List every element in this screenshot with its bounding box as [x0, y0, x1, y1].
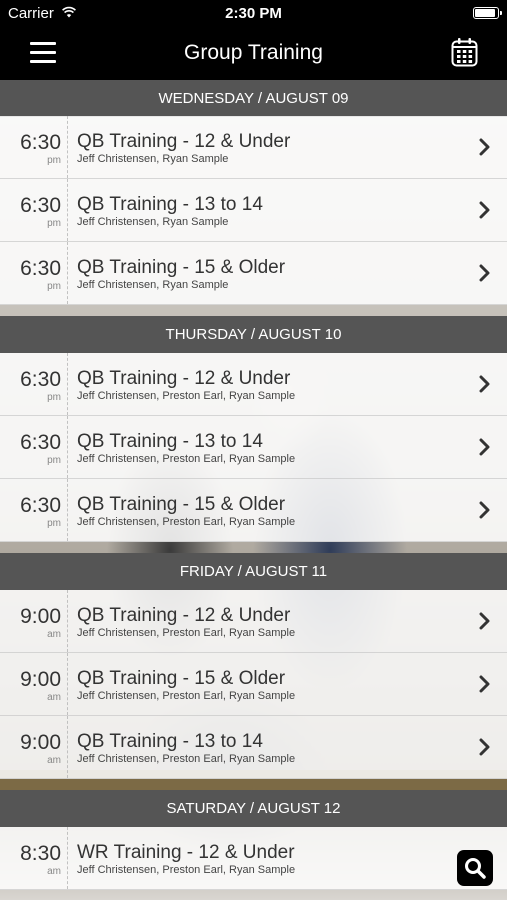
session-time: 9:00 — [20, 668, 61, 691]
chevron-right-icon — [479, 375, 490, 393]
session-row[interactable]: 9:00 am QB Training - 12 & Under Jeff Ch… — [0, 590, 507, 653]
chevron-right-icon — [479, 138, 490, 156]
session-ampm: pm — [47, 155, 61, 166]
time-column: 6:30 pm — [0, 242, 68, 304]
session-title: QB Training - 15 & Older — [77, 257, 286, 278]
session-coaches: Jeff Christensen, Ryan Sample — [77, 216, 229, 228]
session-title: QB Training - 12 & Under — [77, 605, 291, 626]
section-header-friday: FRIDAY / AUGUST 11 — [0, 553, 507, 590]
session-title: QB Training - 15 & Older — [77, 668, 286, 689]
chevron-right-icon — [479, 264, 490, 282]
nav-bar: Group Training — [0, 28, 507, 80]
session-row[interactable]: 6:30 pm QB Training - 13 to 14 Jeff Chri… — [0, 416, 507, 479]
session-ampm: pm — [47, 218, 61, 229]
status-time: 2:30 PM — [225, 5, 282, 22]
session-ampm: pm — [47, 281, 61, 292]
battery-icon — [473, 7, 502, 19]
session-row[interactable]: 6:30 pm QB Training - 15 & Older Jeff Ch… — [0, 242, 507, 305]
session-title: QB Training - 12 & Under — [77, 131, 291, 152]
session-ampm: am — [47, 866, 61, 877]
session-coaches: Jeff Christensen, Preston Earl, Ryan Sam… — [77, 753, 296, 765]
session-time: 6:30 — [20, 257, 61, 280]
session-row[interactable]: 6:30 pm QB Training - 15 & Older Jeff Ch… — [0, 479, 507, 542]
session-ampm: am — [47, 755, 61, 766]
session-row[interactable]: 8:30 am WR Training - 12 & Under Jeff Ch… — [0, 827, 507, 890]
session-row[interactable]: 9:00 am QB Training - 15 & Older Jeff Ch… — [0, 653, 507, 716]
section-header-saturday: SATURDAY / AUGUST 12 — [0, 790, 507, 827]
page-title: Group Training — [184, 41, 323, 64]
session-title: QB Training - 13 to 14 — [77, 431, 263, 452]
section-header-wednesday: WEDNESDAY / AUGUST 09 — [0, 80, 507, 117]
session-coaches: Jeff Christensen, Preston Earl, Ryan Sam… — [77, 453, 296, 465]
session-title: QB Training - 12 & Under — [77, 368, 291, 389]
chevron-right-icon — [479, 675, 490, 693]
session-coaches: Jeff Christensen, Preston Earl, Ryan Sam… — [77, 690, 296, 702]
session-time: 8:30 — [20, 842, 61, 865]
section-header-thursday: THURSDAY / AUGUST 10 — [0, 316, 507, 353]
time-column: 6:30 pm — [0, 416, 68, 478]
chevron-right-icon — [479, 738, 490, 756]
session-time: 6:30 — [20, 494, 61, 517]
calendar-icon[interactable] — [451, 37, 478, 67]
time-column: 6:30 pm — [0, 116, 68, 178]
session-coaches: Jeff Christensen, Preston Earl, Ryan Sam… — [77, 627, 296, 639]
session-time: 6:30 — [20, 194, 61, 217]
status-bar: Carrier 2:30 PM — [0, 0, 507, 28]
time-column: 9:00 am — [0, 716, 68, 778]
session-row[interactable]: 6:30 pm QB Training - 12 & Under Jeff Ch… — [0, 116, 507, 179]
session-coaches: Jeff Christensen, Preston Earl, Ryan Sam… — [77, 864, 296, 876]
time-column: 9:00 am — [0, 653, 68, 715]
session-row[interactable]: 6:30 pm QB Training - 13 to 14 Jeff Chri… — [0, 179, 507, 242]
search-icon — [465, 858, 486, 879]
time-column: 8:30 am — [0, 827, 68, 889]
session-coaches: Jeff Christensen, Ryan Sample — [77, 279, 229, 291]
session-ampm: am — [47, 692, 61, 703]
session-time: 9:00 — [20, 605, 61, 628]
session-coaches: Jeff Christensen, Preston Earl, Ryan Sam… — [77, 516, 296, 528]
chevron-right-icon — [479, 438, 490, 456]
time-column: 6:30 pm — [0, 479, 68, 541]
session-title: WR Training - 12 & Under — [77, 842, 295, 863]
time-column: 6:30 pm — [0, 353, 68, 415]
session-time: 6:30 — [20, 131, 61, 154]
session-coaches: Jeff Christensen, Ryan Sample — [77, 153, 229, 165]
session-title: QB Training - 13 to 14 — [77, 194, 263, 215]
search-button[interactable] — [457, 850, 493, 886]
session-ampm: pm — [47, 518, 61, 529]
session-coaches: Jeff Christensen, Preston Earl, Ryan Sam… — [77, 390, 296, 402]
time-column: 6:30 pm — [0, 179, 68, 241]
time-column: 9:00 am — [0, 590, 68, 652]
session-ampm: pm — [47, 455, 61, 466]
session-ampm: pm — [47, 392, 61, 403]
session-title: QB Training - 13 to 14 — [77, 731, 263, 752]
chevron-right-icon — [479, 501, 490, 519]
session-title: QB Training - 15 & Older — [77, 494, 286, 515]
session-time: 6:30 — [20, 431, 61, 454]
session-time: 6:30 — [20, 368, 61, 391]
session-time: 9:00 — [20, 731, 61, 754]
session-row[interactable]: 6:30 pm QB Training - 12 & Under Jeff Ch… — [0, 353, 507, 416]
chevron-right-icon — [479, 612, 490, 630]
chevron-right-icon — [479, 201, 490, 219]
session-ampm: am — [47, 629, 61, 640]
session-row[interactable]: 9:00 am QB Training - 13 to 14 Jeff Chri… — [0, 716, 507, 779]
